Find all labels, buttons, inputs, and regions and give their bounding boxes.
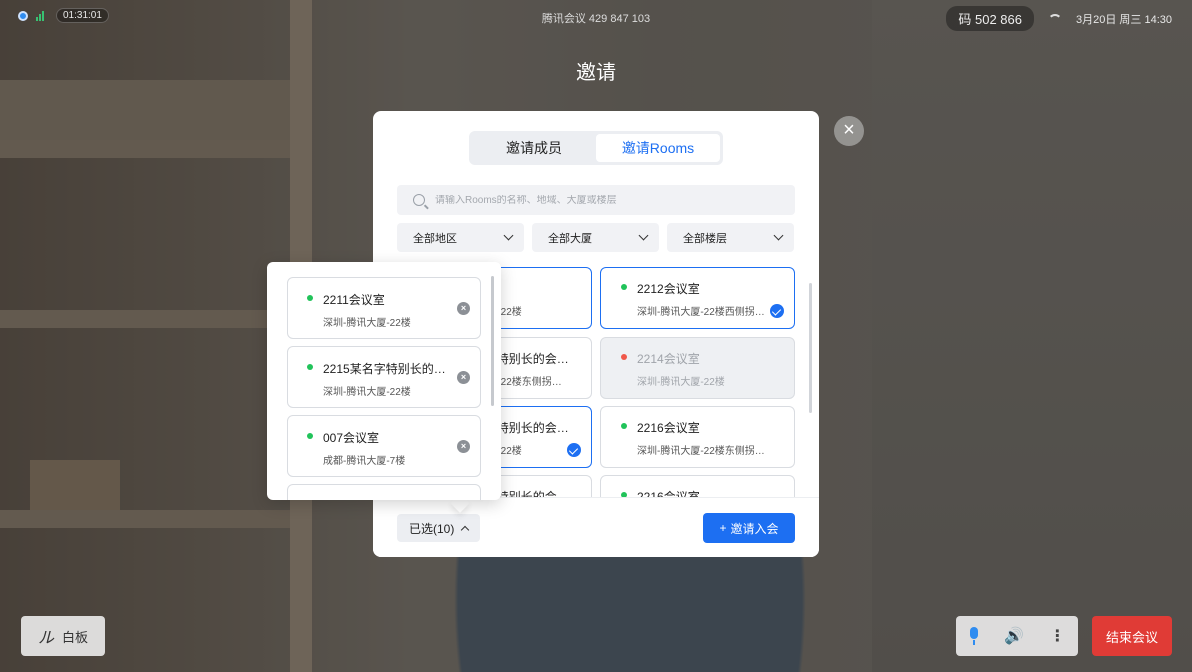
tab-bar: 邀请成员 邀请Rooms <box>469 131 723 165</box>
selected-item: 007会议室 成都-腾讯大厦-7楼 × <box>287 415 481 477</box>
pen-icon: ル <box>37 628 54 647</box>
selected-item-address: 深圳-腾讯大厦-22楼 <box>323 318 411 329</box>
plus-icon: + <box>719 521 727 535</box>
page-title: 邀请 <box>576 62 616 84</box>
whiteboard-label: 白板 <box>62 629 89 645</box>
room-address: 深圳-腾讯大厦-22楼东侧拐角处 <box>637 446 769 457</box>
invite-button[interactable]: + 邀请入会 <box>703 513 795 543</box>
status-bar: 01:31:01 腾讯会议 429 847 103 码 502 866 3月20… <box>0 0 1192 32</box>
selected-item: 2215某名字特别长的会议室 深圳-腾讯大厦-22楼 × <box>287 346 481 408</box>
wifi-icon <box>1048 13 1062 24</box>
search-input[interactable] <box>435 194 775 206</box>
selected-item <box>287 484 481 500</box>
audio-controls: 🔊 ⋮ <box>956 616 1078 656</box>
search-box <box>397 185 795 215</box>
microphone-icon[interactable] <box>969 627 979 645</box>
selected-item: 2211会议室 深圳-腾讯大厦-22楼 × <box>287 277 481 339</box>
status-dot <box>621 354 627 360</box>
grid-scrollbar[interactable] <box>809 283 812 413</box>
status-dot <box>621 284 627 290</box>
room-name: 2212会议室 <box>637 282 700 296</box>
selected-item-name: 2215某名字特别长的会议室 <box>323 362 455 376</box>
end-meeting-button[interactable]: 结束会议 <box>1092 616 1172 656</box>
more-icon[interactable]: ⋮ <box>1049 626 1065 646</box>
filter-label: 全部地区 <box>413 232 457 245</box>
status-dot <box>307 295 313 301</box>
meeting-code: 码 502 866 <box>946 6 1034 31</box>
status-dot <box>307 433 313 439</box>
filter-floor[interactable]: 全部楼层 <box>667 223 794 252</box>
search-icon <box>413 194 425 206</box>
chevron-up-icon <box>461 525 470 534</box>
status-dot <box>621 423 627 429</box>
close-icon[interactable]: × <box>834 116 864 146</box>
check-icon <box>770 304 784 318</box>
remove-icon[interactable]: × <box>457 371 470 384</box>
room-address: 深圳-腾讯大厦-22楼 <box>637 377 725 388</box>
room-card[interactable]: 2216会议室 <box>600 475 795 499</box>
room-card: 2214会议室 深圳-腾讯大厦-22楼 <box>600 337 795 399</box>
selected-count-button[interactable]: 已选(10) <box>397 514 481 542</box>
filter-label: 全部大厦 <box>548 232 592 245</box>
room-card[interactable]: 2216会议室 深圳-腾讯大厦-22楼东侧拐角处 <box>600 406 795 468</box>
status-dot <box>307 364 313 370</box>
chevron-down-icon <box>638 230 649 241</box>
room-name: 2216会议室 <box>637 421 700 435</box>
selected-popover: 2211会议室 深圳-腾讯大厦-22楼 × 2215某名字特别长的会议室 深圳-… <box>267 262 501 500</box>
dialog-footer: 已选(10) + 邀请入会 <box>373 497 819 557</box>
selected-item-address: 深圳-腾讯大厦-22楼 <box>323 387 411 398</box>
remove-icon[interactable]: × <box>457 440 470 453</box>
filter-building[interactable]: 全部大厦 <box>532 223 659 252</box>
tab-invite-rooms[interactable]: 邀请Rooms <box>596 134 720 162</box>
tab-invite-members[interactable]: 邀请成员 <box>472 134 596 162</box>
invite-button-label: 邀请入会 <box>730 521 779 536</box>
speaker-icon[interactable]: 🔊 <box>1004 626 1024 646</box>
filter-label: 全部楼层 <box>683 232 727 245</box>
selected-item-name: 007会议室 <box>323 431 380 445</box>
selected-item-name: 2211会议室 <box>323 293 385 307</box>
filter-region[interactable]: 全部地区 <box>397 223 524 252</box>
room-card[interactable]: 2212会议室 深圳-腾讯大厦-22楼西侧拐角处 <box>600 267 795 329</box>
selected-count-label: 已选(10) <box>409 521 455 536</box>
chevron-down-icon <box>773 230 784 241</box>
check-icon <box>567 443 581 457</box>
whiteboard-button[interactable]: ル 白板 <box>21 616 105 656</box>
room-name: 2214会议室 <box>637 352 700 366</box>
popover-scrollbar[interactable] <box>491 276 494 406</box>
selected-item-address: 成都-腾讯大厦-7楼 <box>323 456 406 467</box>
room-address: 深圳-腾讯大厦-22楼西侧拐角处 <box>637 307 769 318</box>
datetime: 3月20日 周三 14:30 <box>1076 13 1172 26</box>
filter-bar: 全部地区 全部大厦 全部楼层 <box>397 223 794 252</box>
chevron-down-icon <box>503 230 514 241</box>
remove-icon[interactable]: × <box>457 302 470 315</box>
